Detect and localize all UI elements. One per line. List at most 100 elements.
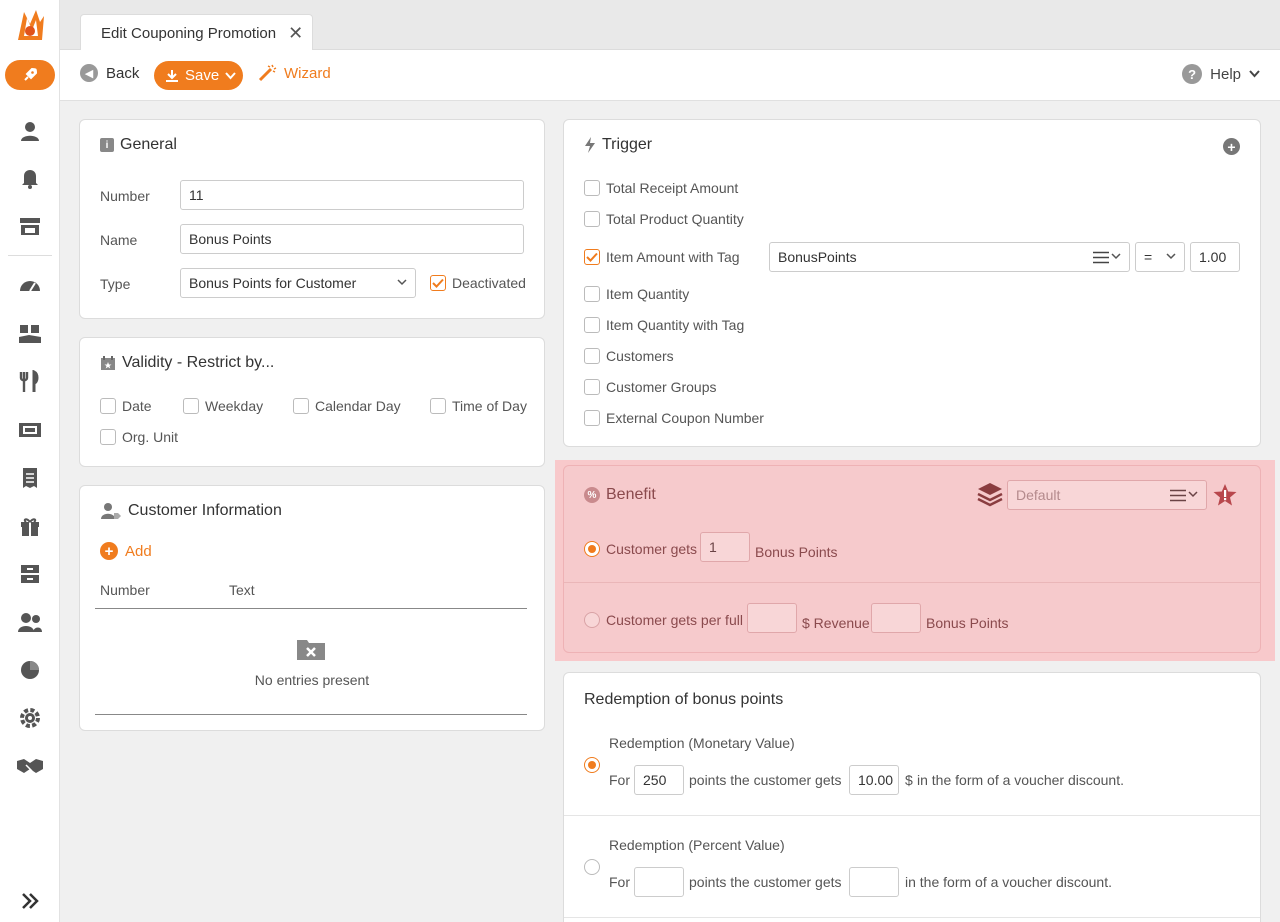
utensils-icon[interactable] [15,367,45,397]
gift-icon[interactable] [15,511,45,541]
currency-label: $ [905,772,913,788]
checkbox[interactable] [584,286,600,302]
radio-unselected[interactable] [584,612,600,628]
trigger-option-label: Total Product Quantity [606,211,744,227]
checkbox[interactable] [584,180,600,196]
monetary-points-input[interactable]: 250 [634,765,684,795]
validity-time-of-day-label: Time of Day [452,398,527,414]
handshake-icon[interactable] [15,751,45,781]
calendar-icon [101,356,115,370]
trigger-item-amount-with-tag-checkbox[interactable]: Item Amount with Tag [584,249,740,265]
user-icon[interactable] [15,116,45,146]
deactivated-checkbox[interactable]: Deactivated [430,275,526,291]
redemption-divider [564,917,1260,918]
checkbox[interactable] [100,398,116,414]
checkbox-checked[interactable] [584,249,600,265]
trigger-total-product-quantity-checkbox[interactable]: Total Product Quantity [584,211,744,227]
close-icon[interactable]: ✕ [288,23,303,44]
trigger-total-receipt-amount-checkbox[interactable]: Total Receipt Amount [584,180,738,196]
redemption-percent-radio[interactable] [584,859,600,875]
for-label: For [609,874,630,890]
monetary-value-input[interactable]: 10.00 [849,765,899,795]
app-logo[interactable] [10,6,50,44]
number-input[interactable]: 11 [180,180,524,210]
revenue-amount-input[interactable] [747,603,797,633]
plus-circle-icon: + [100,542,118,560]
boxes-icon[interactable] [15,319,45,349]
checkbox[interactable] [584,317,600,333]
pie-chart-icon[interactable] [15,655,45,685]
chevron-down-icon [1188,491,1198,498]
archive-icon[interactable] [15,559,45,589]
dashboard-icon[interactable] [15,271,45,301]
back-label: Back [106,64,140,82]
ticket-icon[interactable] [15,415,45,445]
expand-sidebar-icon[interactable] [15,886,45,916]
trigger-option-label: External Coupon Number [606,410,764,426]
radio-selected[interactable] [584,541,600,557]
customer-info-header: Customer Information [100,502,282,520]
revenue-points-input[interactable] [871,603,921,633]
percent-points-input[interactable] [634,867,684,897]
benefit-option-fixed[interactable]: Customer gets [584,541,697,557]
trigger-option-label: Customer Groups [606,379,717,395]
trigger-customers-checkbox[interactable]: Customers [584,348,674,364]
settings-icon[interactable] [15,703,45,733]
benefit-title: Benefit [606,486,656,503]
layer-select[interactable]: Default [1007,480,1207,510]
operator-select[interactable]: = [1135,242,1185,272]
benefit-panel: % Benefit Default Customer gets 1 Bonus … [563,465,1261,653]
users-icon[interactable] [15,607,45,637]
name-input[interactable]: Bonus Points [180,224,524,254]
rocket-icon [24,67,38,81]
name-label: Name [100,232,138,248]
trigger-customer-groups-checkbox[interactable]: Customer Groups [584,379,716,395]
validity-date-checkbox[interactable]: Date [100,398,152,414]
trigger-item-quantity-checkbox[interactable]: Item Quantity [584,286,689,302]
bell-icon[interactable] [15,163,45,193]
checkbox[interactable] [584,410,600,426]
tab-edit-couponing-promotion[interactable]: Edit Couponing Promotion ✕ [80,14,313,51]
trigger-external-coupon-number-checkbox[interactable]: External Coupon Number [584,410,764,426]
receipt-icon[interactable] [15,463,45,493]
validity-calendar-day-checkbox[interactable]: Calendar Day [293,398,401,414]
checkbox[interactable] [584,348,600,364]
add-entry-button[interactable]: + Add [100,542,152,560]
amount-input[interactable]: 1.00 [1190,242,1240,272]
validity-time-of-day-checkbox[interactable]: Time of Day [430,398,527,414]
number-label: Number [100,188,150,204]
validity-title: Validity - Restrict by... [122,354,275,371]
toolbar: ◀ Back Save Wizard ? Help [60,50,1280,101]
checkbox[interactable] [100,429,116,445]
checkbox[interactable] [183,398,199,414]
bonus-points-input[interactable]: 1 [700,532,750,562]
type-select[interactable]: Bonus Points for Customer [180,268,416,298]
add-trigger-button[interactable]: + [1223,138,1240,155]
rocket-launch-button[interactable] [5,60,55,90]
checkbox[interactable] [430,398,446,414]
trigger-option-label: Total Receipt Amount [606,180,739,196]
table-footer-divider [95,714,527,715]
checkbox[interactable] [293,398,309,414]
check-icon [432,278,444,288]
benefit-option-per-revenue[interactable]: Customer gets per full [584,612,743,628]
validity-weekday-checkbox[interactable]: Weekday [183,398,263,414]
help-menu[interactable]: ? Help [1182,64,1260,84]
star-alert-icon[interactable] [1212,483,1238,507]
general-header: i General [100,136,177,154]
user-tag-icon [101,503,121,519]
percent-value-input[interactable] [849,867,899,897]
wizard-button[interactable]: Wizard [258,64,331,82]
trigger-option-label: Customers [606,348,674,364]
trigger-item-quantity-with-tag-checkbox[interactable]: Item Quantity with Tag [584,317,744,333]
save-button[interactable]: Save [154,61,243,90]
redemption-monetary-radio[interactable] [584,757,600,773]
checkbox[interactable] [584,211,600,227]
store-icon[interactable] [15,211,45,241]
checkbox[interactable] [584,379,600,395]
tag-select[interactable]: BonusPoints [769,242,1130,272]
wizard-label: Wizard [284,64,331,82]
back-button[interactable]: ◀ Back [80,64,139,82]
checkbox-checked[interactable] [430,275,446,291]
validity-org-unit-checkbox[interactable]: Org. Unit [100,429,178,445]
